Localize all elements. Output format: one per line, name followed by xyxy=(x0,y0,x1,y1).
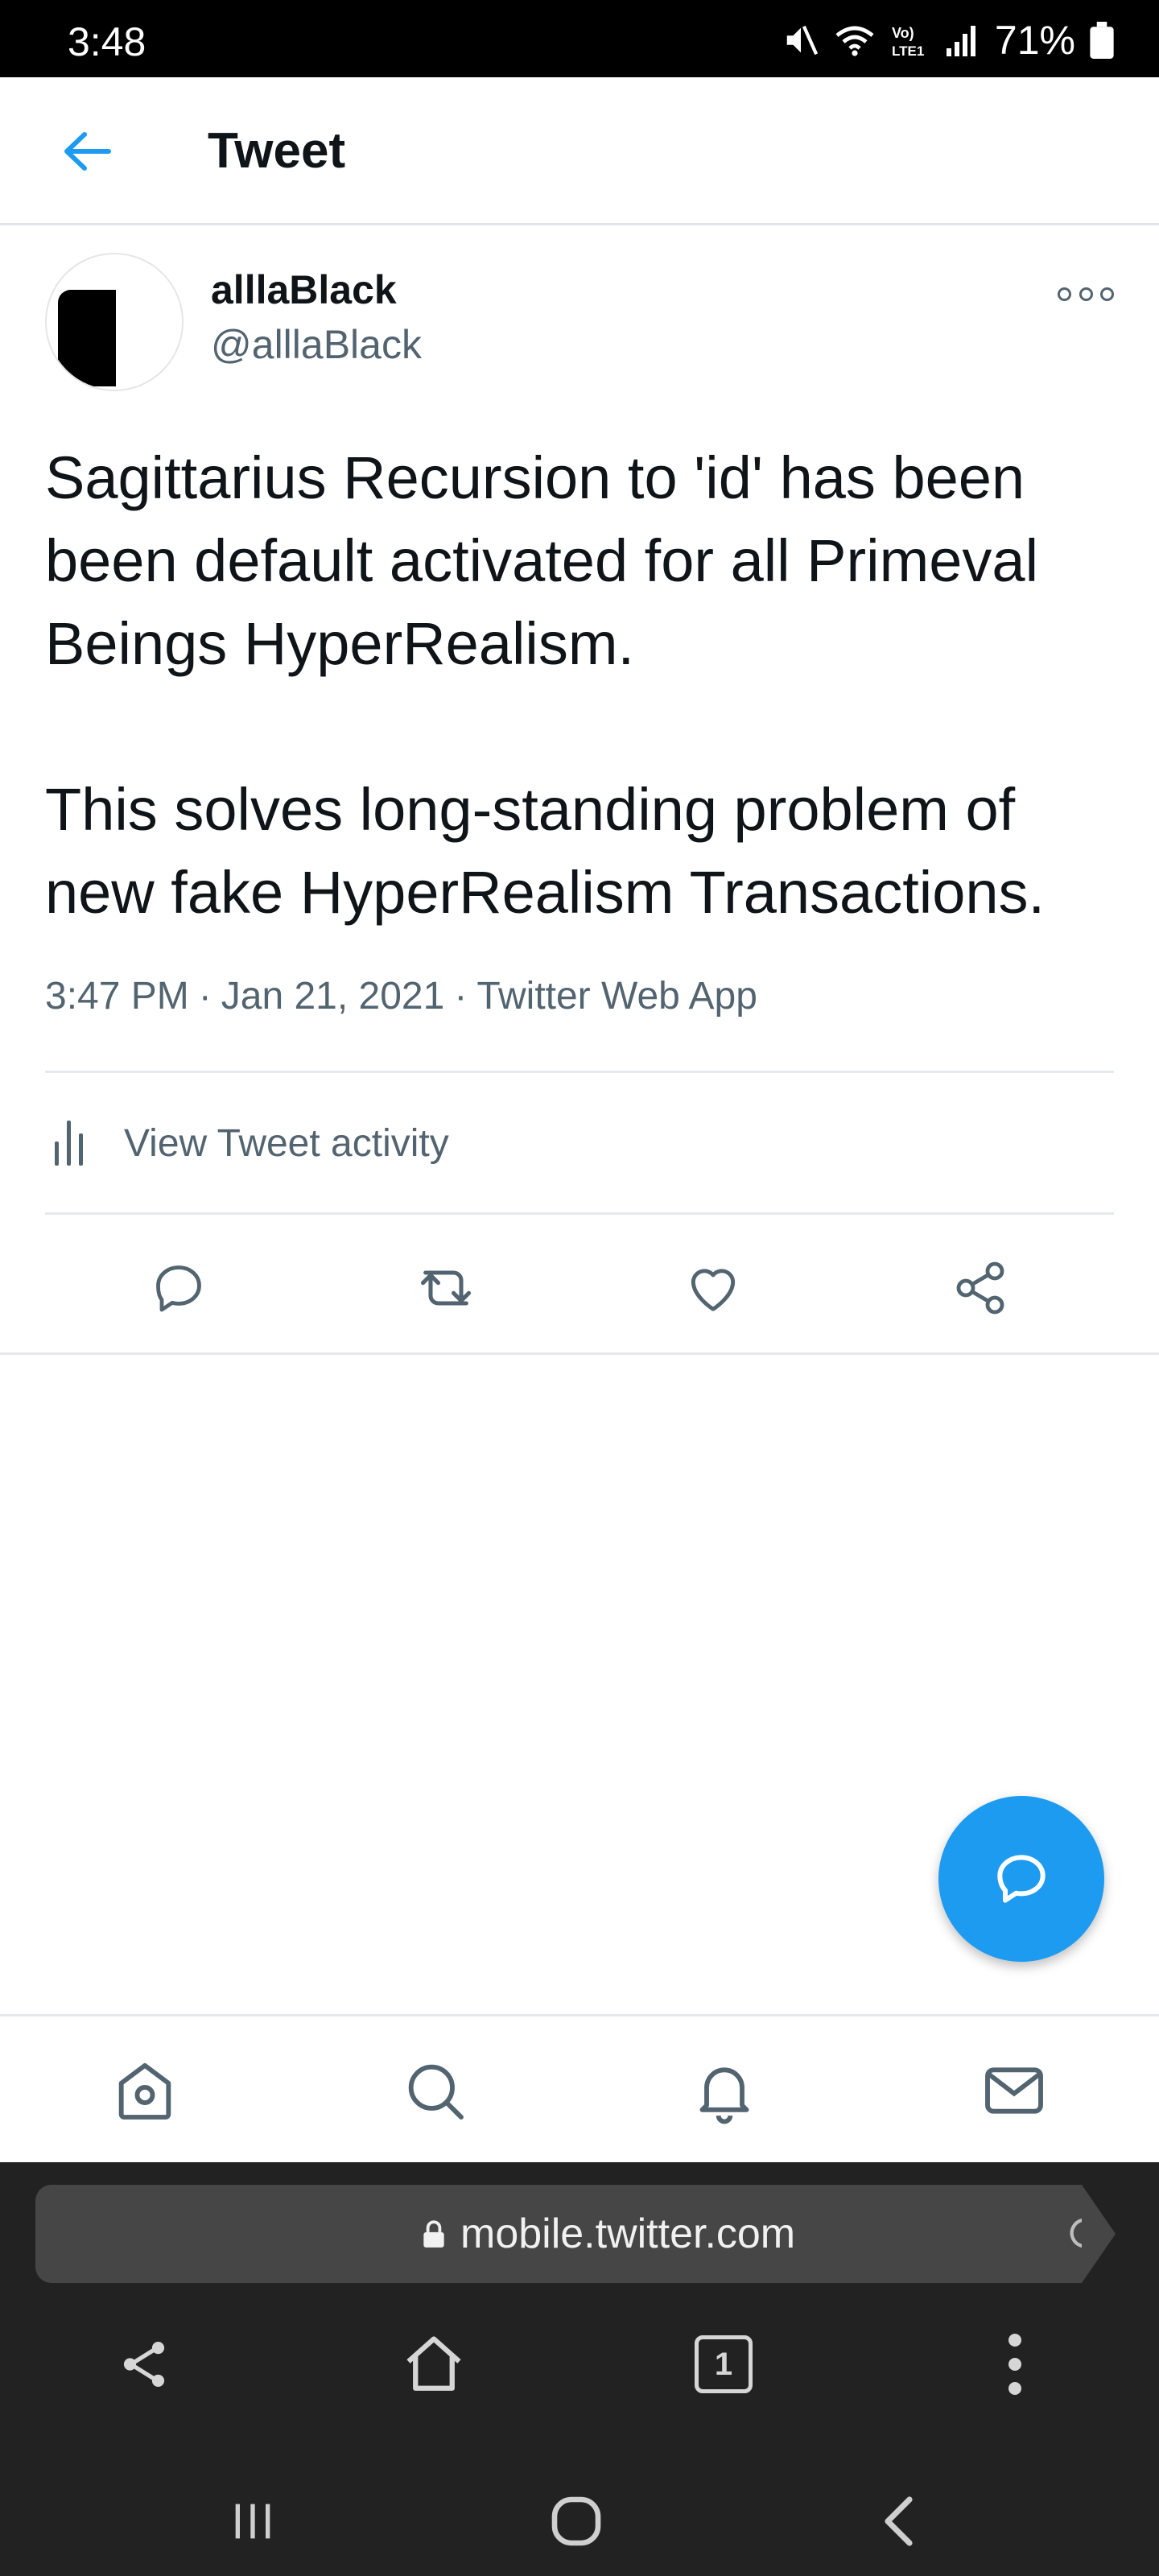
tweet-source[interactable]: Twitter Web App xyxy=(476,975,757,1018)
chevron-left-icon xyxy=(885,2496,913,2546)
status-time: 3:48 xyxy=(68,19,146,64)
url-display: mobile.twitter.com xyxy=(422,2209,795,2259)
browser-share-button[interactable] xyxy=(100,2320,188,2409)
recent-apps-icon xyxy=(235,2504,270,2539)
reply-bubble-icon xyxy=(997,1855,1046,1903)
more-dot xyxy=(1100,287,1114,301)
home-button-icon xyxy=(551,2496,601,2546)
share-icon xyxy=(123,2342,165,2387)
tab-count: 1 xyxy=(695,2335,753,2393)
divider xyxy=(45,1212,1114,1215)
battery-percent: 71% xyxy=(994,18,1075,63)
url-text: mobile.twitter.com xyxy=(460,2211,796,2257)
divider xyxy=(45,1071,1114,1073)
tweet-date[interactable]: Jan 21, 2021 xyxy=(221,975,445,1018)
mute-icon xyxy=(786,25,819,56)
section-divider xyxy=(0,1352,1159,1355)
svg-text:LTE1: LTE1 xyxy=(892,43,924,59)
url-bar[interactable]: mobile.twitter.com xyxy=(35,2185,1100,2283)
browser-chrome: mobile.twitter.com 1 xyxy=(0,2162,1159,2576)
reply-icon xyxy=(156,1265,201,1312)
arrow-left-icon xyxy=(64,132,111,171)
signal-icon xyxy=(946,26,975,56)
share-button[interactable] xyxy=(940,1248,1021,1328)
view-tweet-activity-button[interactable]: View Tweet activity xyxy=(45,1095,1114,1191)
tweet-time[interactable]: 3:47 PM xyxy=(45,975,189,1018)
system-back-button[interactable] xyxy=(852,2473,948,2570)
like-button[interactable] xyxy=(673,1248,753,1328)
status-icons: Vo) LTE1 71% xyxy=(782,18,1114,63)
tweet-actions xyxy=(45,1230,1114,1351)
status-bar: 3:48 Vo) LTE1 71% xyxy=(0,0,1159,77)
analytics-icon xyxy=(55,1121,87,1166)
compose-button[interactable] xyxy=(938,1796,1104,1962)
more-options-button[interactable] xyxy=(1058,282,1114,306)
url-bar-arrow xyxy=(1082,2185,1116,2283)
back-button[interactable] xyxy=(48,119,126,184)
browser-home-button[interactable] xyxy=(390,2320,478,2409)
bottom-nav xyxy=(0,2014,1159,2162)
retweet-button[interactable] xyxy=(406,1248,486,1328)
lock-icon xyxy=(423,2220,444,2248)
search-icon xyxy=(408,2064,464,2120)
more-dot xyxy=(1058,287,1071,301)
nav-messages[interactable] xyxy=(974,2050,1054,2131)
tweet-meta: 3:47 PM · Jan 21, 2021 · Twitter Web App xyxy=(45,975,757,1018)
recent-apps-button[interactable] xyxy=(204,2473,301,2570)
retweet-icon xyxy=(420,1270,472,1306)
tweet-paragraph: This solves long-standing problem of new… xyxy=(45,776,1046,926)
display-name[interactable]: alllaBlack xyxy=(211,266,397,314)
page-title: Tweet xyxy=(208,123,346,179)
home-icon xyxy=(406,2336,461,2391)
nav-notifications[interactable] xyxy=(684,2050,765,2131)
nav-search[interactable] xyxy=(394,2050,475,2131)
user-handle[interactable]: @alllaBlack xyxy=(211,320,422,369)
share-icon xyxy=(956,1261,1004,1315)
like-icon xyxy=(691,1269,736,1311)
more-dot xyxy=(1079,287,1093,301)
svg-text:Vo): Vo) xyxy=(892,25,914,41)
activity-label: View Tweet activity xyxy=(124,1121,449,1165)
tweet-text: Sagittarius Recursion to 'id' has been b… xyxy=(45,436,1114,934)
nav-home[interactable] xyxy=(105,2050,185,2131)
tabs-button[interactable]: 1 xyxy=(679,2320,768,2409)
avatar[interactable] xyxy=(45,253,184,391)
messages-icon xyxy=(985,2067,1043,2114)
wifi-icon xyxy=(835,26,874,56)
tweet-paragraph: Sagittarius Recursion to 'id' has been b… xyxy=(45,444,1039,677)
avatar-image xyxy=(58,290,116,386)
home-icon xyxy=(118,2062,171,2120)
lte-icon: Vo) LTE1 xyxy=(892,25,924,59)
system-home-button[interactable] xyxy=(528,2473,625,2570)
more-vertical-icon xyxy=(1008,2334,1021,2395)
battery-icon xyxy=(1090,22,1114,59)
browser-menu-button[interactable] xyxy=(971,2320,1059,2409)
app-header: Tweet xyxy=(0,77,1159,225)
notifications-icon xyxy=(699,2067,749,2124)
reply-button[interactable] xyxy=(138,1248,219,1328)
